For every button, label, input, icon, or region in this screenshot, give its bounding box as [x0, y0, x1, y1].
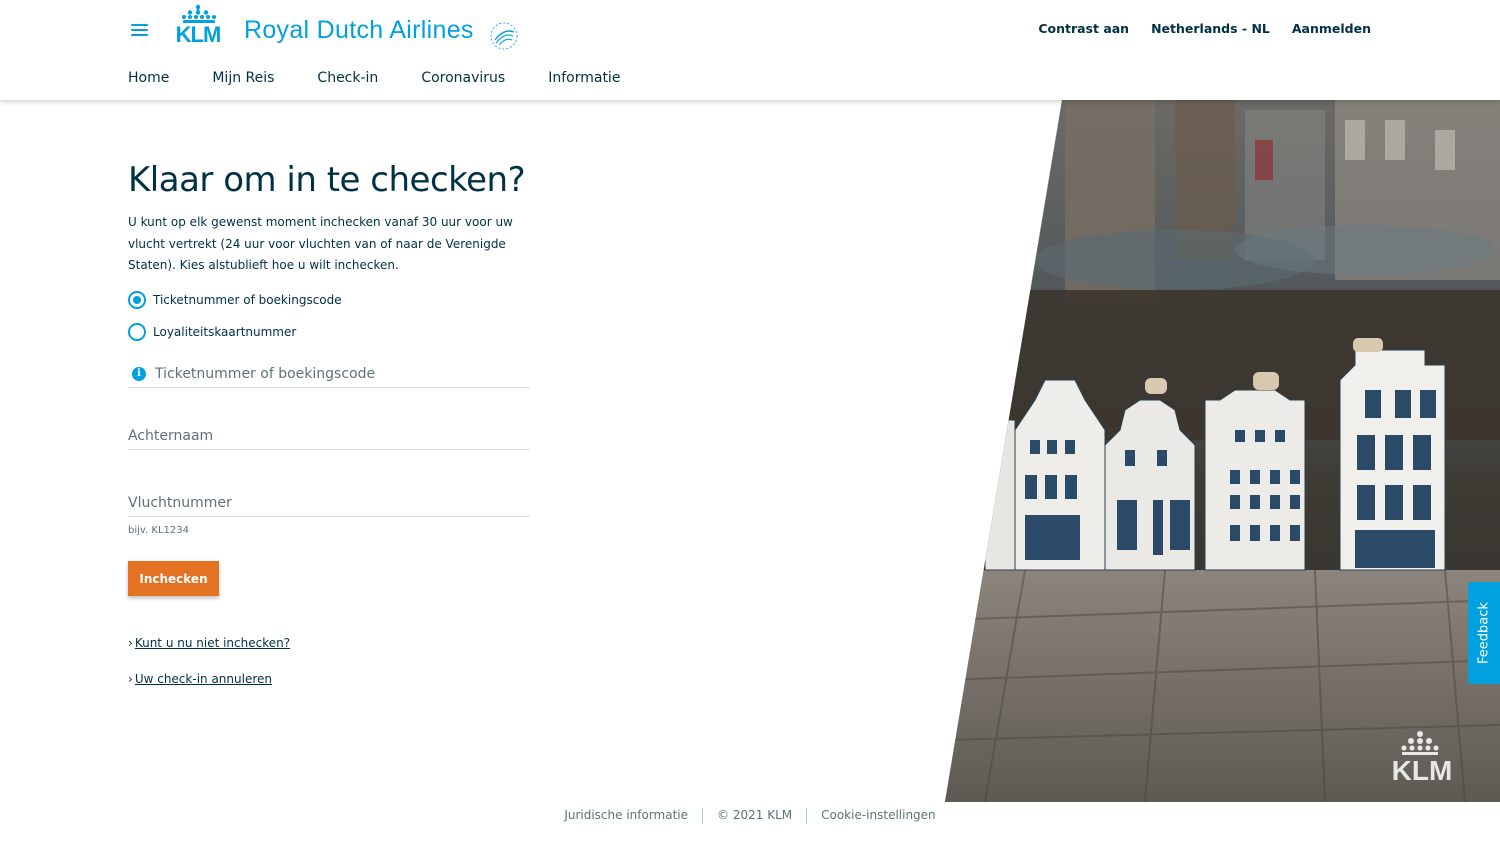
option-label: Loyaliteitskaartnummer [153, 325, 297, 339]
nav-my-trip[interactable]: Mijn Reis [212, 70, 274, 86]
klm-logo[interactable]: KLM [163, 4, 233, 44]
flight-number-input[interactable] [128, 491, 530, 515]
feedback-tab[interactable]: Feedback [1468, 582, 1500, 684]
cancel-check-in-link[interactable]: › Uw check-in annuleren [128, 672, 272, 686]
ticket-field: i [128, 362, 530, 388]
flight-field [128, 491, 530, 517]
login-link[interactable]: Aanmelden [1292, 21, 1371, 36]
option-loyalty-card[interactable]: Loyaliteitskaartnummer [128, 323, 296, 341]
contrast-toggle[interactable]: Contrast aan [1038, 21, 1129, 36]
skyteam-icon [490, 22, 518, 50]
country-selector[interactable]: Netherlands - NL [1151, 21, 1270, 36]
menu-icon[interactable] [131, 24, 148, 37]
option-label: Ticketnummer of boekingscode [153, 293, 342, 307]
chevron-right-icon: › [128, 672, 133, 686]
main-nav: Home Mijn Reis Check-in Coronavirus Info… [128, 70, 620, 86]
logo-text: KLM [176, 22, 221, 44]
radio-checked-icon[interactable] [128, 291, 146, 309]
site-header: KLM Royal Dutch Airlines Contrast aan Ne… [0, 0, 1500, 100]
nav-coronavirus[interactable]: Coronavirus [421, 70, 505, 86]
site-footer: Juridische informatie © 2021 KLM Cookie-… [0, 808, 1500, 824]
radio-unchecked-icon[interactable] [128, 323, 146, 341]
klm-watermark-text: KLM [1392, 755, 1453, 786]
feedback-label: Feedback [1476, 602, 1492, 664]
cannot-check-in-link[interactable]: › Kunt u nu niet inchecken? [128, 636, 290, 650]
info-icon[interactable]: i [132, 367, 146, 381]
flight-number-hint: bijv. KL1234 [128, 525, 189, 536]
nav-home[interactable]: Home [128, 70, 169, 86]
link-label: Kunt u nu niet inchecken? [134, 636, 291, 650]
page-title: Klaar om in te checken? [128, 160, 526, 200]
lastname-field [128, 424, 530, 450]
nav-check-in[interactable]: Check-in [317, 70, 378, 86]
utility-links: Contrast aan Netherlands - NL Aanmelden [1038, 21, 1371, 36]
cookie-settings-link[interactable]: Cookie-instellingen [807, 808, 950, 824]
link-label: Uw check-in annuleren [134, 672, 272, 686]
ticket-input[interactable] [128, 362, 530, 386]
option-ticket-number[interactable]: Ticketnummer of boekingscode [128, 291, 342, 309]
chevron-right-icon: › [128, 636, 133, 650]
legal-link[interactable]: Juridische informatie [550, 808, 702, 824]
lastname-input[interactable] [128, 424, 530, 448]
nav-information[interactable]: Informatie [548, 70, 620, 86]
check-in-button[interactable]: Inchecken [128, 561, 219, 596]
delft-houses-illustration: KLM [945, 100, 1500, 802]
brand-name: Royal Dutch Airlines [244, 16, 474, 44]
intro-text: U kunt op elk gewenst moment inchecken v… [128, 215, 513, 272]
copyright: © 2021 KLM [717, 808, 793, 822]
hero-image: KLM [945, 100, 1500, 802]
